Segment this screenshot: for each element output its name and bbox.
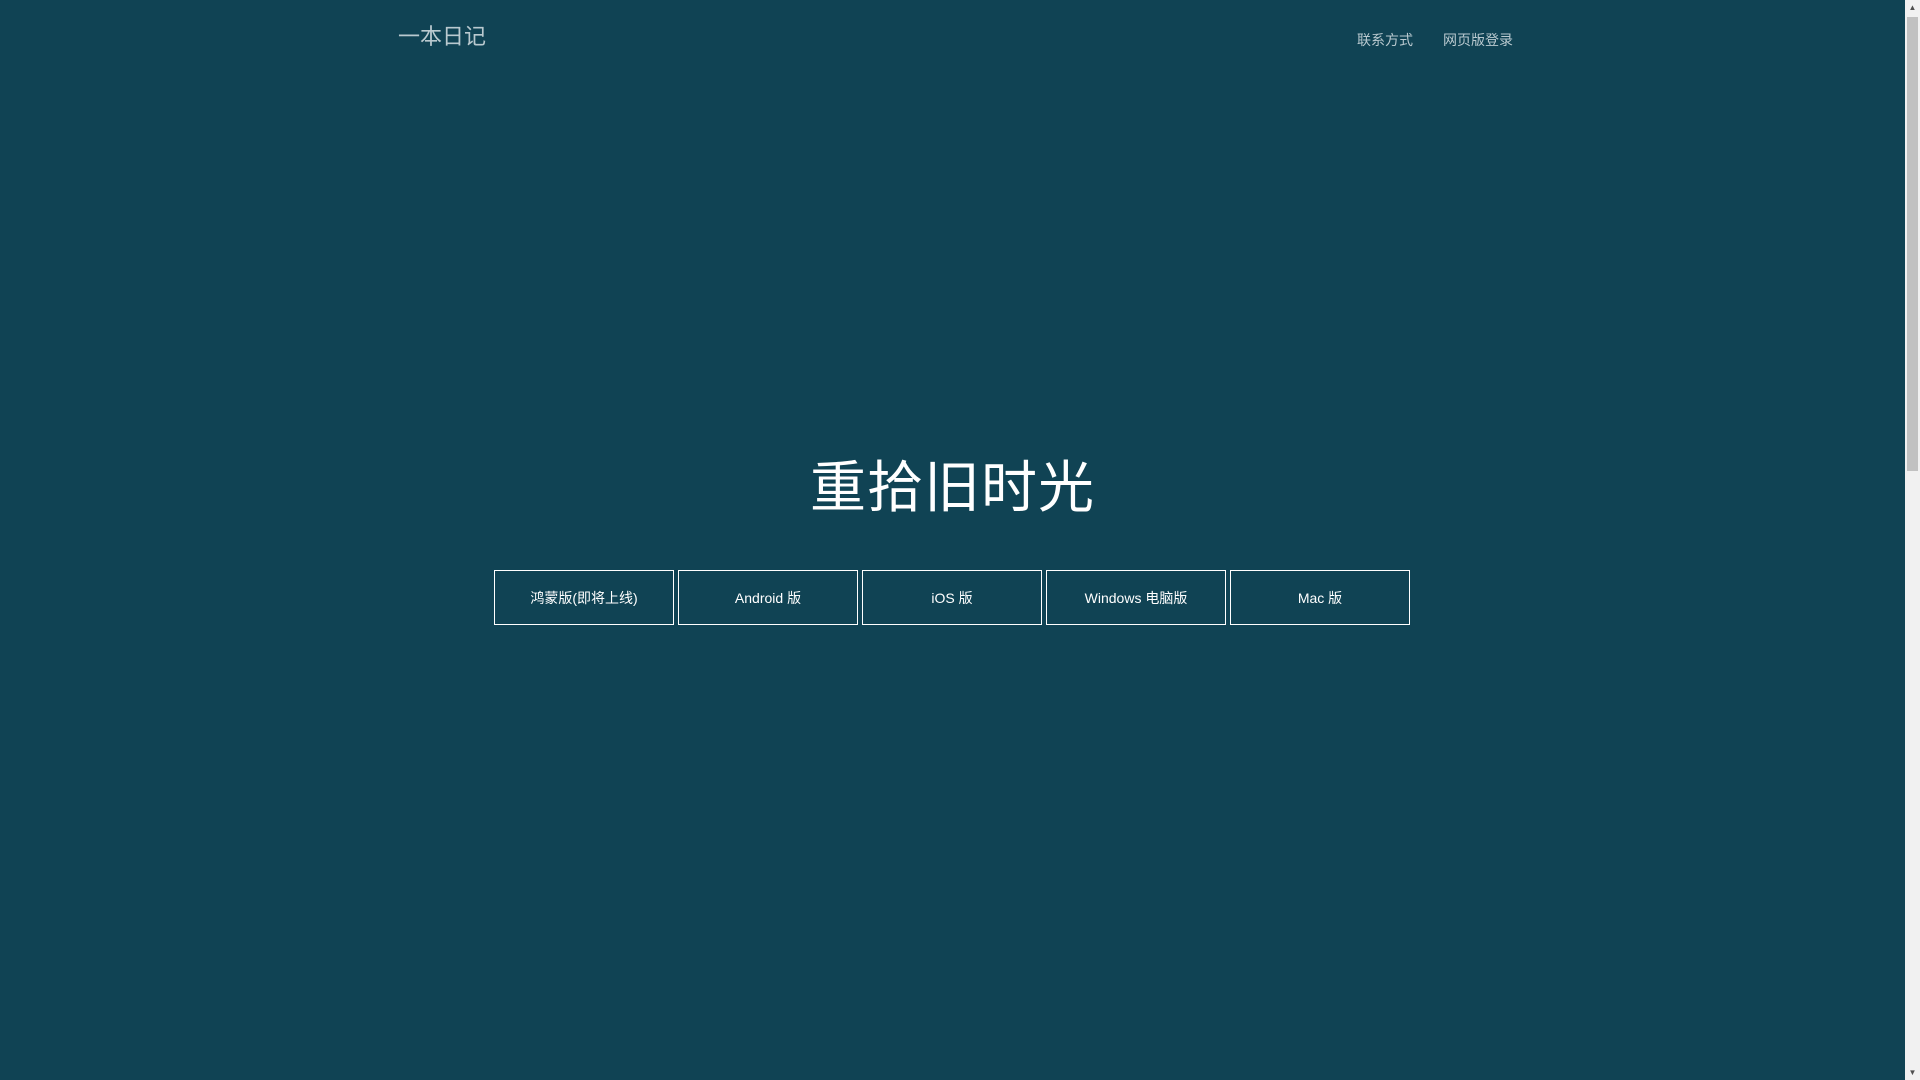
nav-link-contact[interactable]: 联系方式 [1357,28,1413,52]
hero-section: 重拾旧时光 [0,448,1905,528]
vertical-scrollbar[interactable]: ▲ ▼ [1905,0,1920,1080]
nav-link-web-login[interactable]: 网页版登录 [1443,28,1513,52]
nav-links: 联系方式 网页版登录 [1357,28,1513,52]
scroll-down-arrow-icon[interactable]: ▼ [1905,1065,1920,1080]
navbar: 一本日记 联系方式 网页版登录 [0,0,1905,76]
download-mac-button[interactable]: Mac 版 [1230,570,1410,625]
download-ios-button[interactable]: iOS 版 [862,570,1042,625]
download-harmonyos-button[interactable]: 鸿蒙版(即将上线) [494,570,674,625]
download-android-button[interactable]: Android 版 [678,570,858,625]
scrollbar-thumb[interactable] [1907,17,1918,471]
scroll-up-arrow-icon[interactable]: ▲ [1905,0,1920,15]
download-buttons: 鸿蒙版(即将上线) Android 版 iOS 版 Windows 电脑版 Ma… [494,570,1410,625]
download-windows-button[interactable]: Windows 电脑版 [1046,570,1226,625]
brand-logo-link[interactable]: 一本日记 [398,22,486,52]
hero-title: 重拾旧时光 [810,456,1095,519]
page-viewport: 一本日记 联系方式 网页版登录 重拾旧时光 鸿蒙版(即将上线) Android … [0,0,1905,1080]
